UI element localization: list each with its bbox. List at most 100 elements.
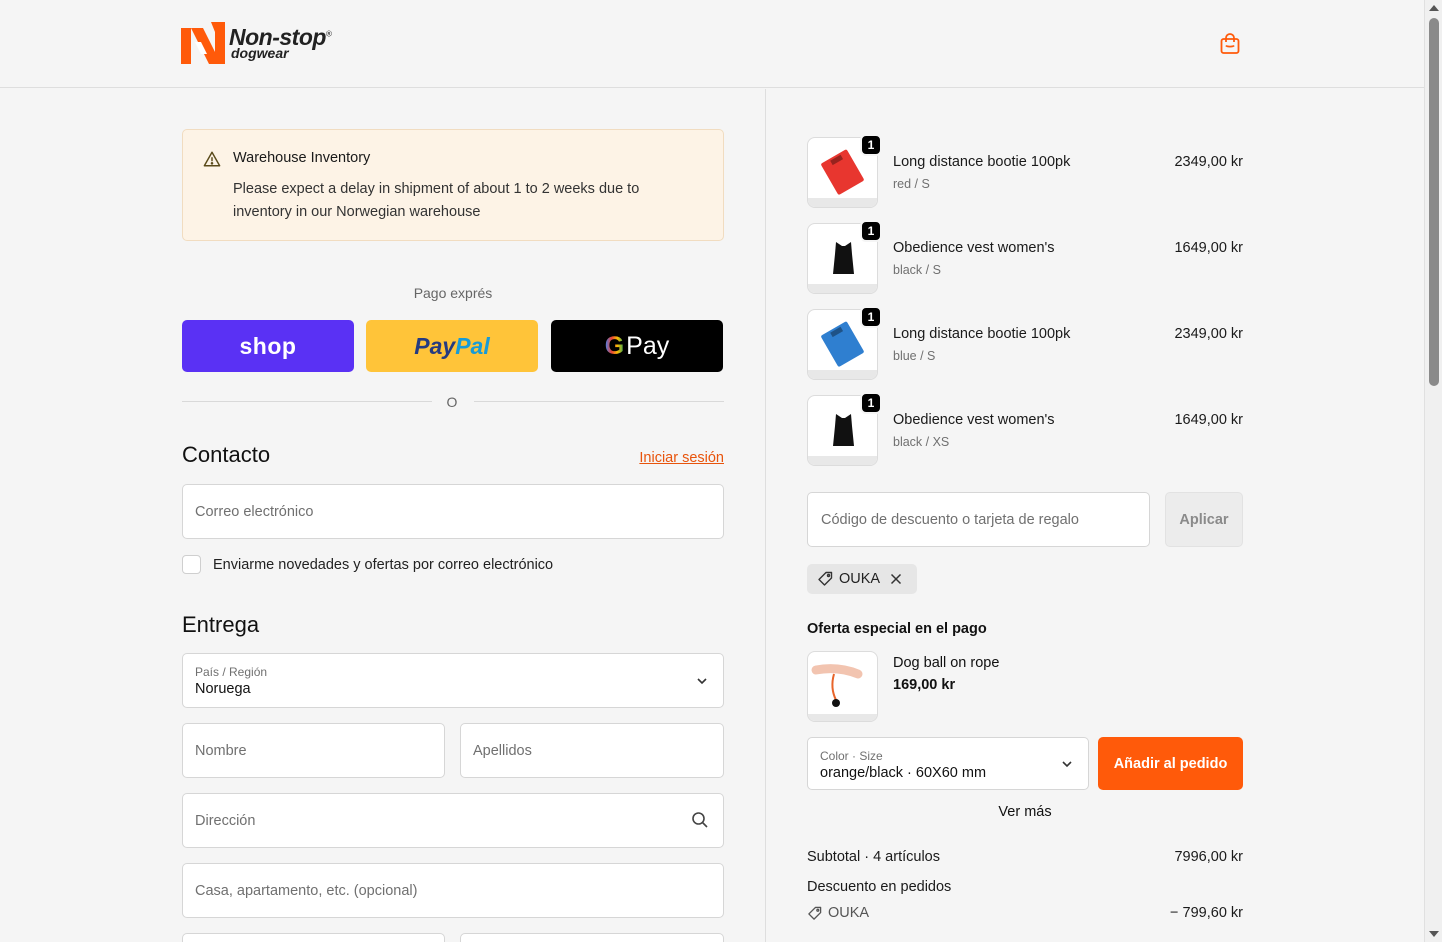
paypal-button[interactable]: Pay Pal [366,320,538,372]
country-label: País / Región [195,665,268,679]
search-icon [692,812,708,828]
discount-code-field[interactable]: Código de descuento o tarjeta de regalo [807,492,1150,547]
cart-item-image-strip [808,456,877,465]
newsletter-option[interactable]: Enviarme novedades y ofertas por correo … [182,555,553,574]
discount-code-text: OUKA [828,905,870,921]
cart-item-image-strip [808,370,877,379]
last-name-placeholder: Apellidos [473,742,532,759]
order-discount-row: Descuento en pedidos [807,879,1243,895]
google-pay-button[interactable]: G Pay [551,320,723,372]
discount-code-row: OUKA − 799,60 kr [807,905,1243,921]
quantity-badge: 1 [860,220,882,242]
cart-item-variant: black / XS [893,435,950,449]
subtotal-label: Subtotal · 4 artículos [807,849,940,865]
or-divider-right [474,401,724,402]
special-offer-heading: Oferta especial en el pago [807,621,987,637]
cart-item-price: 1649,00 kr [1174,240,1243,256]
or-label: O [446,394,458,410]
tag-icon [808,906,822,920]
chevron-down-icon [1062,761,1072,768]
cart-item: 1 Obedience vest women's black / S 1649,00 … [807,220,1243,295]
google-pay-label: Pay [626,331,670,360]
shop-pay-button[interactable]: shop [182,320,354,372]
express-checkout-label: Pago exprés [413,285,493,301]
first-name-field[interactable]: Nombre [182,723,445,778]
cart-item: 1 Long distance bootie 100pk red / S 2349,0… [807,134,1243,209]
scroll-down-arrow-icon[interactable] [1429,931,1439,937]
cart-item: 1 Long distance bootie 100pk blue / S 2349,… [807,306,1243,381]
offer-product-name: Dog ball on rope [893,655,1000,671]
city-field[interactable] [460,933,724,942]
dog-ball-rope-image [808,664,877,721]
discount-value: − 799,60 kr [1170,905,1243,921]
variant-value: orange/black · 60X60 mm [820,765,987,781]
quantity-badge: 1 [860,134,882,156]
page-scrollbar[interactable] [1424,0,1442,942]
cart-item-image-strip [808,284,877,293]
applied-discount-chip: OUKA [807,564,917,594]
cart-item-name: Long distance bootie 100pk [893,326,1071,342]
scrollbar-thumb[interactable] [1429,18,1439,386]
chevron-down-icon [697,678,707,685]
country-value: Noruega [195,681,251,697]
login-link[interactable]: Iniciar sesión [600,450,724,466]
cart-item-variant: blue / S [893,349,936,363]
order-summary: 1 Long distance bootie 100pk red / S 2349,0… [766,89,1424,942]
shop-pay-label: shop [239,332,297,359]
apply-discount-button[interactable]: Aplicar [1165,492,1243,547]
cart-item: 1 Obedience vest women's black / XS 1649,00… [807,392,1243,467]
contact-heading: Contacto [182,442,271,467]
address-placeholder: Dirección [195,812,256,829]
newsletter-checkbox[interactable] [182,555,201,574]
tag-icon [818,571,833,586]
address2-field[interactable]: Casa, apartamento, etc. (opcional) [182,863,724,918]
email-placeholder: Correo electrónico [195,503,314,520]
quantity-badge: 1 [860,306,882,328]
add-to-order-button[interactable]: Añadir al pedido [1098,737,1243,790]
cart-item-price: 2349,00 kr [1174,326,1243,342]
subtotal-value: 7996,00 kr [1174,849,1243,865]
applied-code: OUKA [839,571,881,587]
header: Non-stop® dogwear [0,0,1424,88]
cart-bag-icon[interactable] [1218,32,1242,56]
postal-code-field[interactable] [182,933,445,942]
cart-item-variant: red / S [893,177,930,191]
see-more-link[interactable]: Ver más [807,804,1243,820]
cart-item-name: Obedience vest women's [893,412,1055,428]
cart-item-price: 1649,00 kr [1174,412,1243,428]
warning-icon [203,151,221,167]
cart-item-name: Obedience vest women's [893,240,1055,256]
notice-title: Warehouse Inventory [233,150,371,166]
notice-body: Please expect a delay in shipment of abo… [233,181,640,220]
delivery-heading: Entrega [182,612,260,637]
subtotal-row: Subtotal · 4 artículos 7996,00 kr [807,849,1243,865]
variant-label: Color · Size [820,749,883,763]
order-discount-label: Descuento en pedidos [807,879,952,895]
checkout-form: Warehouse Inventory Please expect a dela… [0,89,765,942]
logo-mark-icon [181,22,225,64]
paypal-label-2: Pal [455,332,490,359]
address-field[interactable]: Dirección [182,793,724,848]
offer-product-image [807,651,878,722]
cart-item-image-strip [808,198,877,207]
remove-discount-icon[interactable] [890,573,902,585]
last-name-field[interactable]: Apellidos [460,723,724,778]
address2-placeholder: Casa, apartamento, etc. (opcional) [195,882,418,899]
quantity-badge: 1 [860,392,882,414]
offer-product-price: 169,00 kr [893,677,956,693]
or-divider-left [182,401,432,402]
discount-placeholder: Código de descuento o tarjeta de regalo [821,511,1079,528]
logo[interactable]: Non-stop® dogwear [181,22,332,64]
email-field[interactable]: Correo electrónico [182,484,724,539]
cart-item-variant: black / S [893,263,941,277]
warehouse-notice: Warehouse Inventory Please expect a dela… [182,129,724,241]
offer-variant-select[interactable]: Color · Size orange/black · 60X60 mm [807,737,1089,790]
cart-item-price: 2349,00 kr [1174,154,1243,170]
google-g-icon: G [604,331,625,360]
newsletter-label: Enviarme novedades y ofertas por correo … [213,556,554,573]
scroll-up-arrow-icon[interactable] [1429,5,1439,11]
paypal-label-1: Pay [414,332,456,359]
country-select[interactable]: País / Región Noruega [182,653,724,708]
cart-item-name: Long distance bootie 100pk [893,154,1071,170]
first-name-placeholder: Nombre [195,742,247,759]
